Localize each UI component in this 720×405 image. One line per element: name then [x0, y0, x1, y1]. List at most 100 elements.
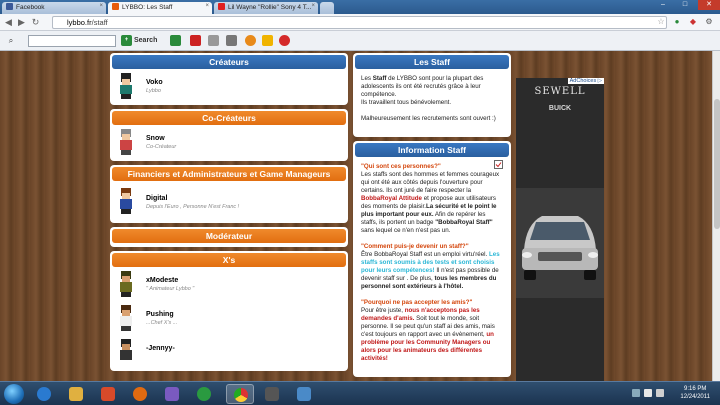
- car-image: [516, 188, 604, 298]
- member-motto: Lybbo: [146, 88, 161, 94]
- tab-lybbo-staff[interactable]: LYBBO: Les Staff ×: [108, 2, 212, 14]
- shopping-icon[interactable]: [279, 35, 290, 46]
- extension-icon[interactable]: ◆: [688, 17, 698, 27]
- taskbar-app-icon[interactable]: [290, 384, 318, 404]
- youtube-icon[interactable]: [190, 35, 201, 46]
- network-icon[interactable]: [644, 389, 652, 397]
- les-staff-text: Les Staff de LYBBO sont pour la plupart …: [361, 75, 496, 122]
- news-icon[interactable]: [208, 35, 219, 46]
- scrollbar-thumb[interactable]: [714, 99, 720, 229]
- member-card[interactable]: Snow Co-Créateur: [112, 125, 346, 159]
- avatar-icon: [120, 73, 132, 99]
- page-viewport: Créateurs Voko Lybbo Co-Créateurs Snow C…: [0, 51, 720, 381]
- taskbar-app-icon[interactable]: [94, 384, 122, 404]
- extension-icon[interactable]: [170, 35, 181, 46]
- taskbar-app-icon[interactable]: [158, 384, 186, 404]
- member-card[interactable]: Voko Lybbo: [112, 69, 346, 103]
- forward-icon[interactable]: ▶: [16, 17, 27, 28]
- member-name[interactable]: -Jennyy-: [146, 345, 175, 352]
- avatar-icon: [120, 271, 132, 297]
- start-button-icon[interactable]: [4, 384, 24, 404]
- new-tab-button[interactable]: [320, 2, 334, 14]
- youtube-favicon-icon: [218, 3, 225, 10]
- plus-icon[interactable]: +: [121, 35, 132, 46]
- minimize-icon[interactable]: –: [652, 0, 674, 10]
- taskbar-explorer-icon[interactable]: [62, 384, 90, 404]
- member-motto: Depuis l'Euro , Personne N'est Franc !: [146, 204, 240, 210]
- member-card[interactable]: xModeste " Animateur Lybbo ": [112, 267, 346, 301]
- taskbar-ie-icon[interactable]: [30, 384, 58, 404]
- extension-icon[interactable]: ●: [672, 17, 682, 27]
- section-moderateur: Modérateur: [110, 227, 348, 247]
- panel-title: Information Staff: [355, 143, 509, 157]
- envelope-icon[interactable]: [226, 35, 237, 46]
- section-co-createurs: Co-Créateurs Snow Co-Créateur: [110, 109, 348, 161]
- information-staff-text: "Qui sont ces personnes?" Les staffs sont…: [361, 163, 500, 362]
- information-staff-panel: Information Staff "Qui sont ces personne…: [353, 141, 511, 377]
- maximize-icon[interactable]: □: [674, 0, 696, 10]
- ad-brand-text: SEWELL: [534, 86, 586, 97]
- tab-close-icon[interactable]: ×: [205, 3, 209, 9]
- avatar-icon: [120, 129, 132, 155]
- info-column: Les Staff Les Staff de LYBBO sont pour l…: [353, 53, 511, 381]
- address-bar[interactable]: lybbo.fr/staff: [52, 16, 667, 29]
- member-motto: ...Chef X's ...: [146, 320, 178, 326]
- avatar-icon: [120, 188, 132, 214]
- star-icon[interactable]: [262, 35, 273, 46]
- browser-toolbar: ◀ ▶ ↻ lybbo.fr/staff ☆ ● ◆ ⚙: [0, 14, 720, 31]
- section-createurs: Créateurs Voko Lybbo: [110, 53, 348, 105]
- section-title: Financiers et Administrateurs et Game Ma…: [112, 167, 346, 181]
- les-staff-panel: Les Staff Les Staff de LYBBO sont pour l…: [353, 53, 511, 137]
- extension-toolbar: ⌕ + Search: [0, 31, 720, 51]
- member-name[interactable]: Pushing: [146, 311, 174, 318]
- taskbar-app-icon[interactable]: [258, 384, 286, 404]
- member-name[interactable]: Digital: [146, 195, 167, 202]
- lybbo-favicon-icon: [112, 3, 119, 10]
- section-xs: X's xModeste " Animateur Lybbo " Pushing…: [110, 251, 348, 371]
- member-card[interactable]: Digital Depuis l'Euro , Personne N'est F…: [112, 181, 346, 221]
- tab-close-icon[interactable]: ×: [99, 3, 103, 9]
- section-title: Co-Créateurs: [112, 111, 346, 125]
- section-title: Modérateur: [112, 229, 346, 243]
- sidebar-advertisement[interactable]: AdChoices ▷ SEWELL BUICK: [516, 78, 604, 382]
- adchoices-link[interactable]: AdChoices ▷: [567, 78, 604, 84]
- smiley-icon[interactable]: [245, 35, 256, 46]
- member-name[interactable]: Voko: [146, 79, 163, 86]
- verified-badge-icon: [494, 160, 503, 169]
- page-scrollbar[interactable]: [712, 51, 720, 381]
- section-title: Créateurs: [112, 55, 346, 69]
- tab-youtube[interactable]: Lil Wayne "Rollie" Sony 4 T... ×: [214, 2, 318, 14]
- section-title: X's: [112, 253, 346, 267]
- tab-strip: Facebook × LYBBO: Les Staff × Lil Wayne "R…: [0, 0, 720, 14]
- taskbar-media-icon[interactable]: [190, 384, 218, 404]
- tray-icon[interactable]: [632, 389, 640, 397]
- tab-close-icon[interactable]: ×: [311, 3, 315, 9]
- member-name[interactable]: Snow: [146, 135, 165, 142]
- avatar-icon: [120, 305, 132, 331]
- member-name[interactable]: xModeste: [146, 277, 178, 284]
- member-motto: " Animateur Lybbo ": [146, 286, 195, 292]
- toolbar-search-input[interactable]: [28, 35, 116, 47]
- search-icon[interactable]: ⌕: [6, 36, 16, 46]
- volume-icon[interactable]: [656, 389, 664, 397]
- taskbar-chrome-icon[interactable]: [226, 384, 254, 404]
- staff-list-column: Créateurs Voko Lybbo Co-Créateurs Snow C…: [110, 53, 348, 375]
- reload-icon[interactable]: ↻: [30, 17, 41, 28]
- panel-title: Les Staff: [355, 55, 509, 69]
- wrench-menu-icon[interactable]: ⚙: [704, 17, 714, 27]
- back-icon[interactable]: ◀: [3, 17, 14, 28]
- tab-facebook[interactable]: Facebook ×: [2, 2, 106, 14]
- member-card[interactable]: -Jennyy-: [112, 335, 346, 369]
- taskbar-firefox-icon[interactable]: [126, 384, 154, 404]
- bookmark-star-icon[interactable]: ☆: [656, 17, 666, 27]
- close-window-icon[interactable]: ✕: [698, 0, 720, 10]
- member-card[interactable]: Pushing ...Chef X's ...: [112, 301, 346, 335]
- windows-taskbar: 9:16 PM 12/24/2011: [0, 381, 720, 405]
- facebook-favicon-icon: [6, 3, 13, 10]
- system-clock[interactable]: 9:16 PM 12/24/2011: [680, 385, 710, 401]
- search-button[interactable]: Search: [134, 35, 157, 47]
- member-motto: Co-Créateur: [146, 144, 177, 150]
- ad-make-text: BUICK: [548, 105, 572, 112]
- avatar-icon: [120, 339, 132, 360]
- section-financiers-admins: Financiers et Administrateurs et Game Ma…: [110, 165, 348, 223]
